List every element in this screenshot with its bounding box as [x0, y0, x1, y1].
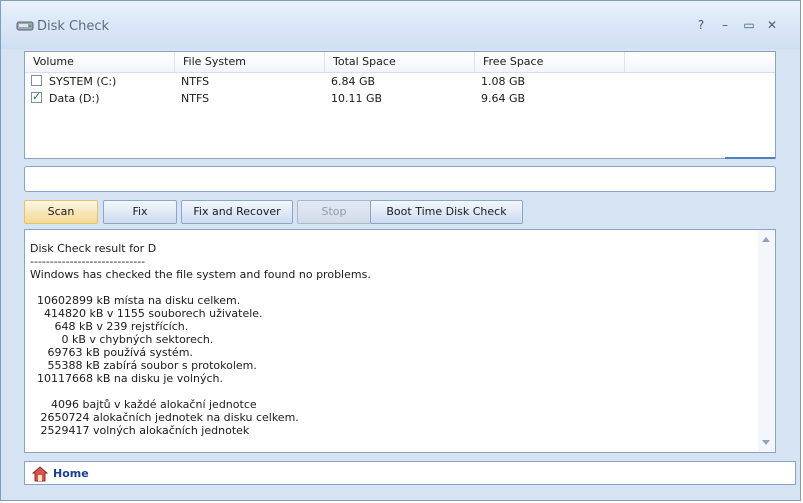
window-title: Disk Check: [37, 19, 110, 34]
boot-time-disk-check-button[interactable]: Boot Time Disk Check: [370, 200, 523, 224]
scroll-up-icon[interactable]: [762, 237, 770, 242]
volume-free-space: 1.08 GB: [481, 75, 526, 88]
result-line: 69763 kB používá systém.: [30, 346, 193, 359]
help-button[interactable]: ?: [693, 17, 709, 33]
column-file-system[interactable]: File System: [175, 52, 325, 72]
volume-file-system: NTFS: [181, 75, 210, 88]
vertical-scrollbar[interactable]: [758, 230, 775, 452]
scroll-down-icon[interactable]: [762, 440, 770, 445]
column-free-space[interactable]: Free Space: [475, 52, 625, 72]
volume-row[interactable]: Data (D:) NTFS 10.11 GB 9.64 GB: [25, 90, 775, 107]
result-line: 414820 kB v 1155 souborech uživatele.: [30, 307, 263, 320]
volume-total-space: 6.84 GB: [331, 75, 376, 88]
home-icon[interactable]: [32, 466, 48, 482]
column-total-space[interactable]: Total Space: [325, 52, 475, 72]
close-button[interactable]: ✕: [764, 17, 780, 33]
fix-button[interactable]: Fix: [103, 200, 177, 224]
disk-icon: [16, 21, 34, 31]
result-line: 10117668 kB na disku je volných.: [30, 372, 223, 385]
result-line: 10602899 kB místa na disku celkem.: [30, 294, 241, 307]
volume-row[interactable]: SYSTEM (C:) NTFS 6.84 GB 1.08 GB: [25, 73, 775, 90]
result-line: 4096 bajtů v každé alokační jednotce: [30, 398, 257, 411]
result-line: Windows has checked the file system and …: [30, 268, 371, 281]
stop-button[interactable]: Stop: [297, 200, 371, 224]
status-bar: Home: [24, 461, 796, 485]
volume-file-system: NTFS: [181, 92, 210, 105]
result-line: [30, 385, 371, 398]
result-line: 2650724 alokačních jednotek na disku cel…: [30, 411, 299, 424]
title-bar: Disk Check ? – ▭ ✕: [1, 1, 800, 49]
list-scroll-indicator: [725, 157, 775, 159]
volume-checkbox[interactable]: [31, 75, 42, 86]
column-volume[interactable]: Volume: [25, 52, 175, 72]
volume-name: Data (D:): [49, 92, 100, 105]
main-content: Volume File System Total Space Free Spac…: [11, 49, 796, 493]
volume-total-space: 10.11 GB: [331, 92, 383, 105]
result-line: [30, 281, 371, 294]
volume-list[interactable]: Volume File System Total Space Free Spac…: [24, 51, 776, 159]
fix-and-recover-button[interactable]: Fix and Recover: [181, 200, 293, 224]
home-link[interactable]: Home: [53, 466, 89, 482]
minimize-button[interactable]: –: [717, 17, 733, 33]
volume-name: SYSTEM (C:): [49, 75, 117, 88]
volume-free-space: 9.64 GB: [481, 92, 526, 105]
volume-checkbox[interactable]: [31, 90, 42, 103]
volume-list-header: Volume File System Total Space Free Spac…: [25, 52, 775, 73]
result-line: 55388 kB zabírá soubor s protokolem.: [30, 359, 257, 372]
result-line: Disk Check result for D: [30, 242, 157, 255]
disk-check-window: Disk Check ? – ▭ ✕ Volume File System To…: [0, 0, 801, 501]
maximize-button[interactable]: ▭: [741, 17, 757, 33]
result-line: 648 kB v 239 rejstřících.: [30, 320, 189, 333]
path-field[interactable]: [24, 166, 776, 192]
result-output[interactable]: Disk Check result for D -----------------…: [24, 229, 776, 453]
result-line: 0 kB v chybných sektorech.: [30, 333, 214, 346]
result-line: 2529417 volných alokačních jednotek: [30, 424, 250, 437]
result-line: -----------------------------: [30, 255, 146, 268]
scan-button[interactable]: Scan: [24, 200, 98, 224]
result-text: Disk Check result for D -----------------…: [30, 242, 371, 437]
